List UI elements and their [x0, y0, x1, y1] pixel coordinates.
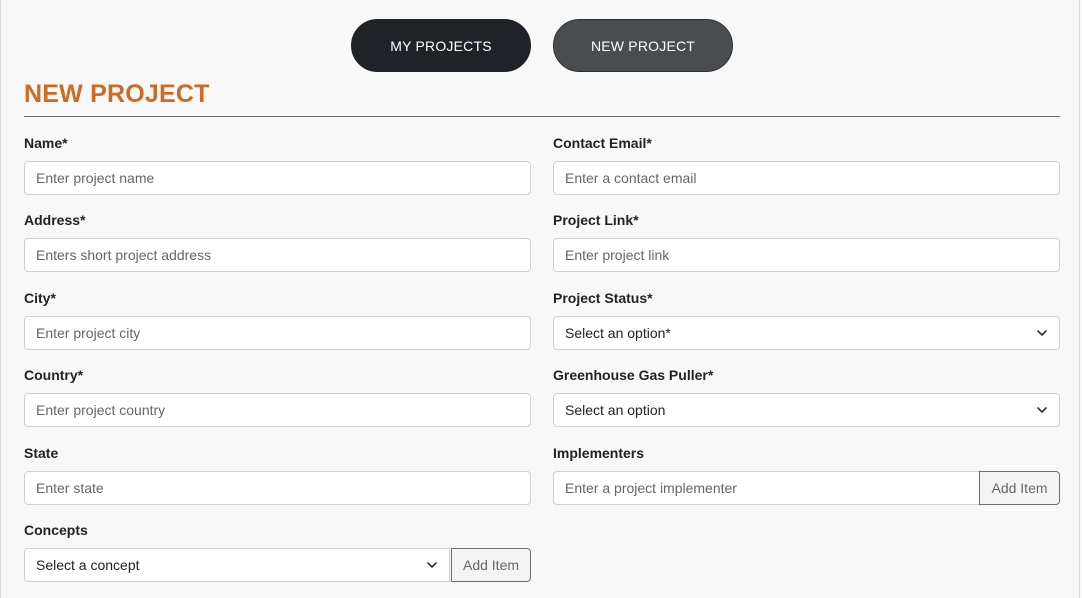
- title-divider: [24, 116, 1060, 117]
- my-projects-button[interactable]: MY PROJECTS: [351, 19, 531, 72]
- project-link-label: Project Link*: [553, 212, 639, 228]
- concepts-label: Concepts: [24, 522, 88, 538]
- contact-email-label: Contact Email*: [553, 135, 652, 151]
- country-input[interactable]: [24, 393, 531, 427]
- contact-email-input[interactable]: [553, 161, 1060, 195]
- chevron-down-icon: [426, 559, 438, 571]
- chevron-down-icon: [1036, 404, 1048, 416]
- state-label: State: [24, 445, 59, 461]
- state-input[interactable]: [24, 471, 531, 505]
- ghg-puller-select-value: Select an option: [565, 402, 666, 418]
- city-input[interactable]: [24, 316, 531, 350]
- implementers-label: Implementers: [553, 445, 645, 461]
- concepts-select[interactable]: Select a concept: [24, 548, 450, 582]
- chevron-down-icon: [1036, 327, 1048, 339]
- ghg-puller-select[interactable]: Select an option: [553, 393, 1060, 427]
- concepts-select-value: Select a concept: [36, 557, 140, 573]
- city-label: City*: [24, 290, 56, 306]
- page-title: NEW PROJECT: [24, 80, 210, 108]
- project-tabs: MY PROJECTS NEW PROJECT: [351, 19, 733, 72]
- project-status-label: Project Status*: [553, 290, 653, 306]
- add-implementer-button[interactable]: Add Item: [979, 471, 1060, 505]
- name-input[interactable]: [24, 161, 531, 195]
- add-concept-button[interactable]: Add Item: [451, 548, 531, 582]
- project-status-select-value: Select an option*: [565, 325, 671, 341]
- name-label: Name*: [24, 135, 68, 151]
- country-label: Country*: [24, 367, 84, 383]
- address-label: Address*: [24, 212, 86, 228]
- address-input[interactable]: [24, 238, 531, 272]
- project-status-select[interactable]: Select an option*: [553, 316, 1060, 350]
- project-link-input[interactable]: [553, 238, 1060, 272]
- implementer-input[interactable]: [553, 471, 980, 505]
- ghg-puller-label: Greenhouse Gas Puller*: [553, 367, 714, 383]
- new-project-button[interactable]: NEW PROJECT: [553, 19, 733, 72]
